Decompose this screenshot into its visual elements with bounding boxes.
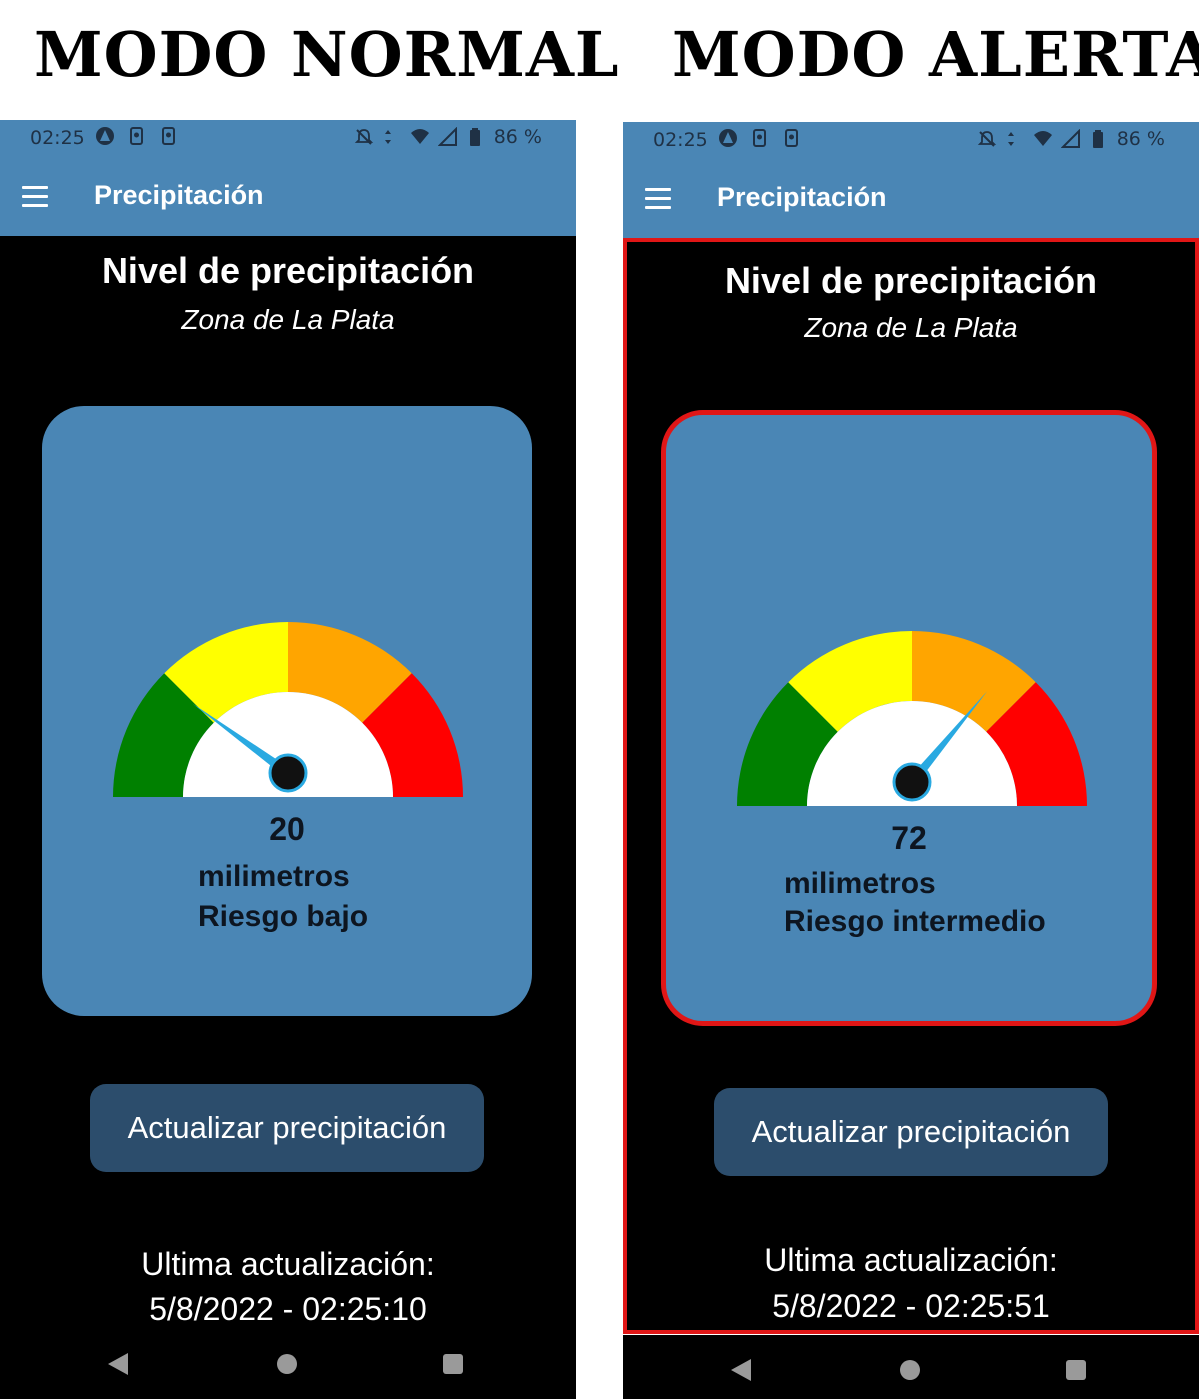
status-system-icons: 86 % — [354, 126, 542, 148]
menu-icon[interactable] — [645, 188, 671, 210]
last-update-time: 5/8/2022 - 02:25:10 — [149, 1291, 427, 1327]
status-time: 02:25 — [653, 129, 708, 151]
last-update-time: 5/8/2022 - 02:25:51 — [772, 1288, 1050, 1324]
page-heading: Nivel de precipitación — [724, 260, 1098, 301]
gauge-card: 20 milimetros Riesgo bajo — [42, 406, 532, 1016]
app-title: Precipitación — [717, 182, 887, 212]
mute-bell-icon — [354, 129, 373, 145]
app-bar: Precipitación — [623, 160, 1199, 238]
zone-subheading: Zona de La Plata — [181, 304, 395, 335]
battery-percentage: 86 % — [1116, 128, 1165, 150]
update-precipitation-button[interactable]: Actualizar precipitación — [714, 1088, 1108, 1176]
risk-level: Riesgo bajo — [198, 900, 369, 933]
recents-icon[interactable] — [443, 1354, 463, 1374]
status-notification-icons — [95, 126, 179, 146]
recents-icon[interactable] — [1066, 1360, 1086, 1380]
data-arrows-icon — [1007, 132, 1014, 146]
last-update-label: Ultima actualización: — [141, 1246, 435, 1282]
gauge-needle-hub — [892, 762, 932, 802]
status-bar: 02:25 86 % — [0, 120, 576, 158]
back-icon[interactable] — [108, 1353, 128, 1375]
data-arrows-icon — [384, 130, 391, 144]
app-title: Precipitación — [94, 180, 264, 210]
signal-icon — [1060, 129, 1080, 148]
gauge-value: 72 — [891, 820, 927, 856]
gauge-value: 20 — [269, 811, 305, 847]
phone-alert: 02:25 86 % Precipitación Nivel de precip… — [623, 0, 1199, 1399]
gauge-card-alert: 72 milimetros Riesgo intermedio — [661, 410, 1157, 1026]
mute-bell-icon — [977, 131, 996, 147]
back-icon[interactable] — [731, 1359, 751, 1381]
precipitation-gauge — [737, 631, 1087, 806]
status-bar: 02:25 86 % — [623, 122, 1199, 160]
app-notification-icon — [96, 127, 114, 145]
battery-icon — [469, 128, 480, 146]
app-bar: Precipitación — [0, 158, 576, 236]
device-notification-icon — [130, 127, 143, 145]
phone-normal: 02:25 86 % Precipitación Nivel de precip… — [0, 0, 576, 1399]
status-time: 02:25 — [30, 127, 85, 149]
home-icon[interactable] — [277, 1354, 297, 1374]
system-nav-bar — [0, 1329, 576, 1399]
update-precipitation-button[interactable]: Actualizar precipitación — [90, 1084, 484, 1172]
home-icon[interactable] — [900, 1360, 920, 1380]
menu-icon[interactable] — [22, 186, 48, 208]
device-notification-icon — [162, 127, 175, 145]
page-heading: Nivel de precipitación — [101, 250, 475, 291]
wifi-icon — [410, 129, 429, 144]
main-content-alert: Nivel de precipitación Zona de La Plata … — [623, 238, 1199, 1334]
signal-icon — [437, 127, 457, 146]
zone-subheading: Zona de La Plata — [804, 312, 1018, 343]
status-notification-icons — [718, 128, 802, 148]
main-content: Nivel de precipitación Zona de La Plata … — [0, 236, 576, 1399]
device-notification-icon — [785, 129, 798, 147]
gauge-unit: milimetros — [198, 860, 350, 893]
app-notification-icon — [719, 129, 737, 147]
device-notification-icon — [753, 129, 766, 147]
status-system-icons: 86 % — [977, 128, 1165, 150]
battery-percentage: 86 % — [493, 126, 542, 148]
precipitation-gauge — [113, 622, 463, 797]
risk-level: Riesgo intermedio — [784, 905, 1046, 938]
battery-icon — [1092, 130, 1103, 148]
last-update-label: Ultima actualización: — [764, 1242, 1058, 1278]
gauge-needle-hub — [268, 753, 308, 793]
gauge-unit: milimetros — [784, 867, 936, 900]
system-nav-bar — [623, 1335, 1199, 1399]
wifi-icon — [1033, 131, 1052, 146]
